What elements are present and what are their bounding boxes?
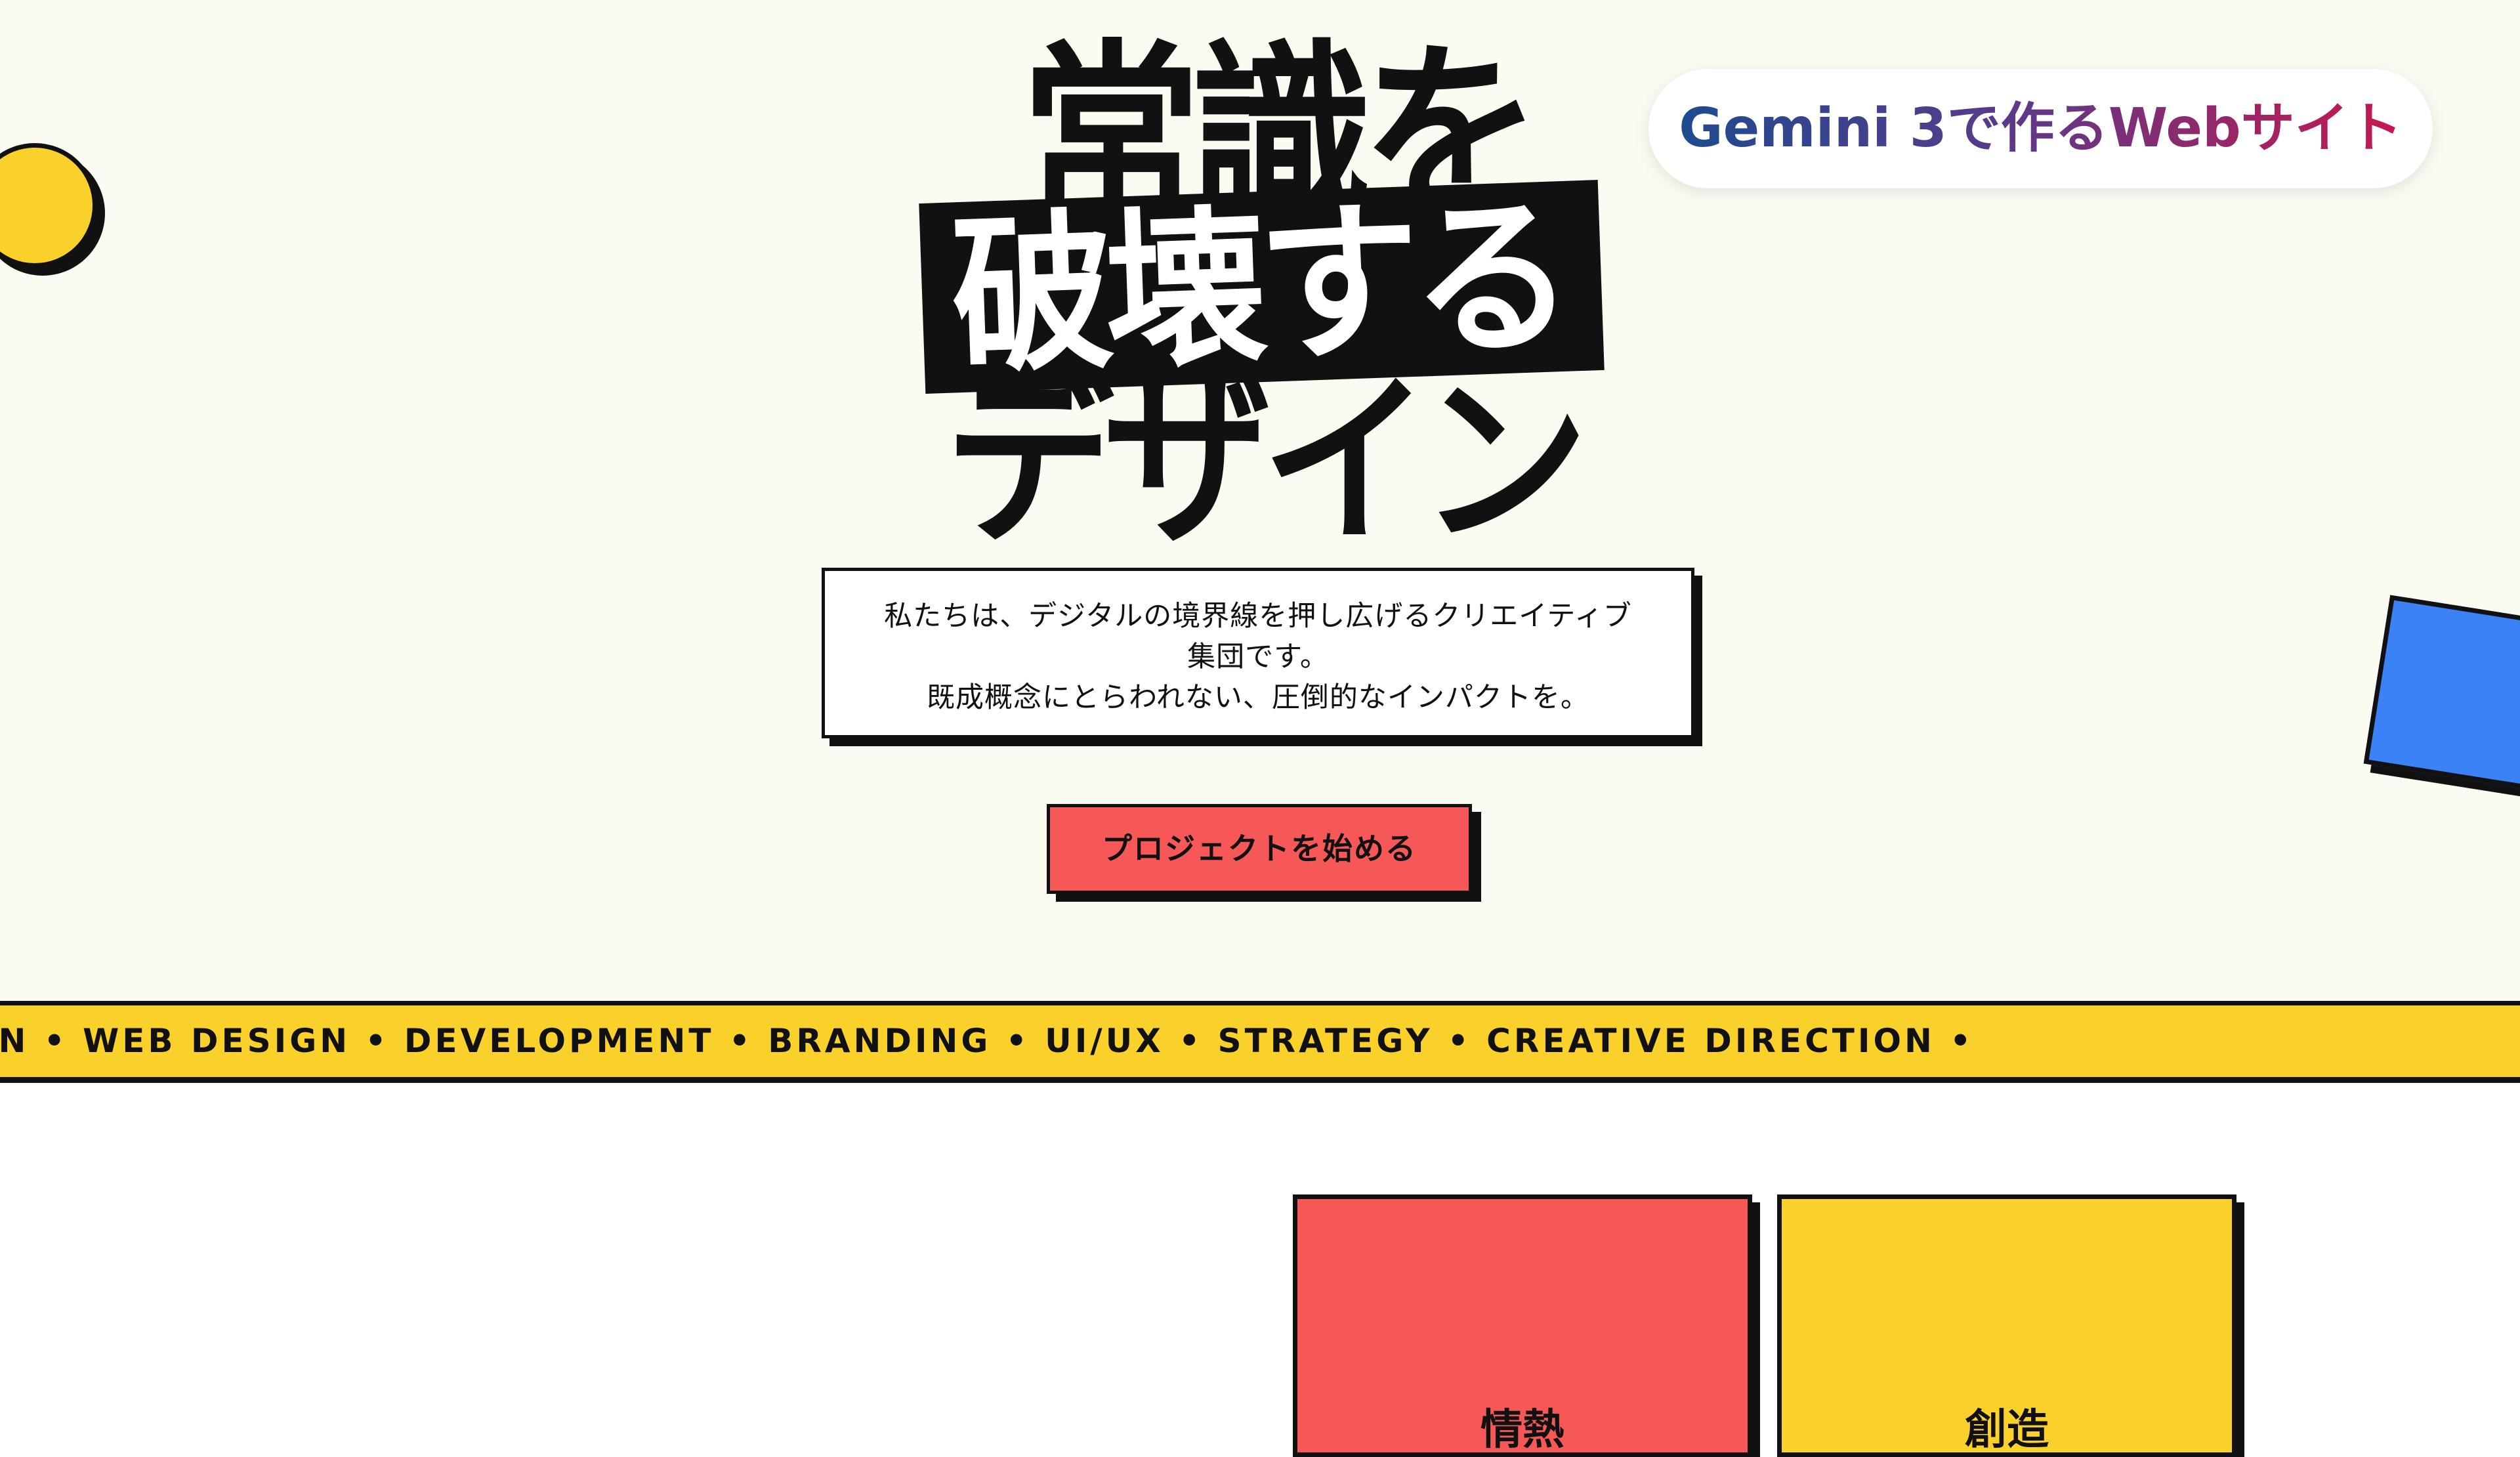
hero-title-line-2: 破壊する [948,177,1568,398]
gemini-badge: Gemini 3で作るWebサイト [1648,69,2433,188]
hero-title-line-3: デザイン [945,356,1589,570]
start-project-button[interactable]: プロジェクトを始める [1047,804,1472,894]
card-passion-label: 情熱 [1480,1406,1564,1454]
card-creation[interactable]: 創造 [1777,1194,2236,1457]
services-marquee: ON • WEB DESIGN • DEVELOPMENT • BRANDING… [0,1001,2520,1083]
decorative-blue-square [2363,595,2520,797]
decorative-yellow-circle [0,143,97,268]
card-passion[interactable]: 情熱 [1293,1194,1752,1457]
hero-section: 常識を 破壊する デザイン 私たちは、デジタルの境界線を押し広げるクリエイティブ… [0,0,2520,1001]
card-creation-label: 創造 [1965,1406,2049,1454]
hero-description-line-2: 集団です。 [1187,641,1329,673]
gemini-badge-text: Gemini 3で作るWebサイト [1679,97,2403,159]
hero-description-line-1: 私たちは、デジタルの境界線を押し広げるクリエイティブ [884,600,1632,633]
hero-description-line-3: 既成概念にとらわれない、圧倒的なインパクトを。 [927,681,1589,714]
services-marquee-text: ON • WEB DESIGN • DEVELOPMENT • BRANDING… [0,1022,1975,1060]
hero-description-box: 私たちは、デジタルの境界線を押し広げるクリエイティブ 集団です。 既成概念にとら… [822,568,1694,738]
